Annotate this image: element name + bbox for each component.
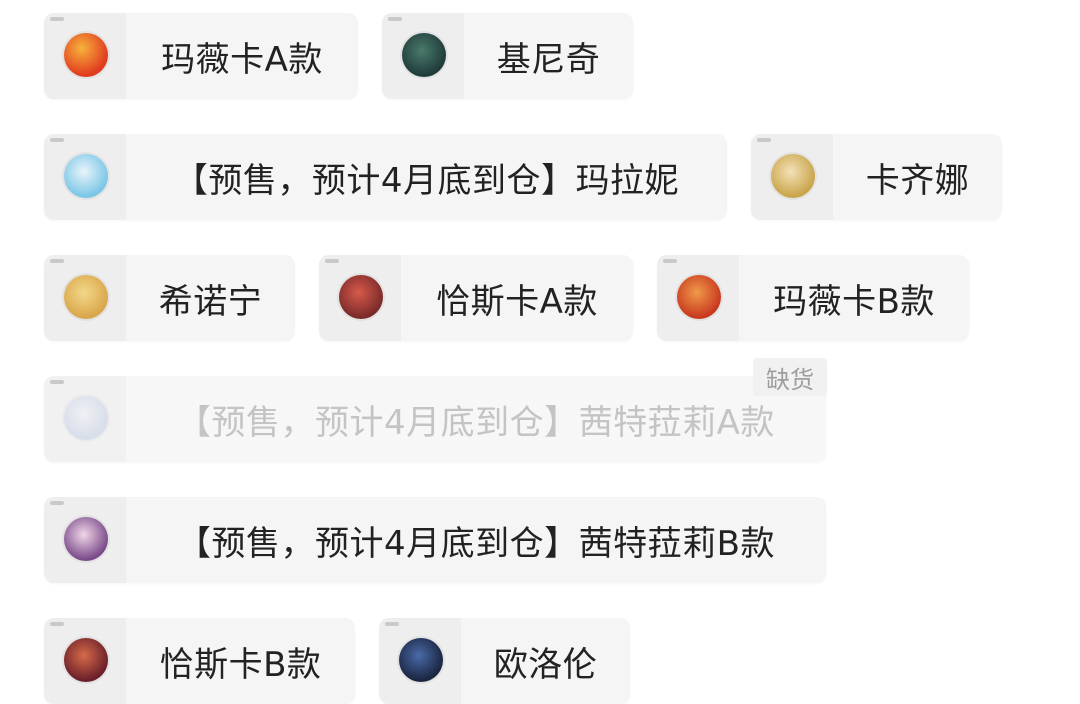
option-ororon[interactable]: 欧洛伦 [379,618,630,704]
option-mavuika-b[interactable]: 玛薇卡B款 [657,255,969,341]
mualani-avatar-icon [64,154,108,198]
tag-mark [50,259,64,263]
option-mualani[interactable]: 【预售，预计4月底到仓】玛拉妮 [44,134,727,220]
chasca-avatar-icon [339,275,383,319]
xilonen-avatar-icon [64,275,108,319]
kinich-avatar-icon [402,33,446,77]
ororon-avatar-icon [399,638,443,682]
option-label: 【预售，预计4月底到仓】玛拉妮 [173,160,680,201]
tag-mark [50,622,64,626]
tag-mark [388,17,402,21]
tag-mark [663,259,677,263]
tag-mark [50,501,64,505]
option-chasca-b[interactable]: 恰斯卡B款 [44,618,355,704]
option-label: 玛薇卡B款 [773,281,935,322]
option-kinich[interactable]: 基尼奇 [382,13,633,99]
kachina-avatar-icon [771,154,815,198]
option-citlali-b[interactable]: 【预售，预计4月底到仓】茜特菈莉B款 [44,497,826,583]
option-label: 恰斯卡B款 [159,644,322,685]
tag-mark [385,622,399,626]
option-kachina[interactable]: 卡齐娜 [751,134,1002,220]
option-mavuika-a[interactable]: 玛薇卡A款 [44,13,358,99]
option-label: 【预售，预计4月底到仓】茜特菈莉A款 [177,402,775,443]
out-of-stock-badge: 缺货 [753,358,827,396]
tag-mark [50,138,64,142]
tag-mark [50,17,64,21]
option-label: 【预售，预计4月底到仓】茜特菈莉B款 [177,523,775,564]
option-citlali-a: 【预售，预计4月底到仓】茜特菈莉A款 [44,376,826,462]
tag-mark [757,138,771,142]
option-chasca-a[interactable]: 恰斯卡A款 [319,255,633,341]
citlali-avatar-icon [64,396,108,440]
citlali-b-avatar-icon [64,517,108,561]
option-label: 基尼奇 [496,39,601,80]
tag-mark [325,259,339,263]
option-xilonen[interactable]: 希诺宁 [44,255,295,341]
mavuika-b-avatar-icon [677,275,721,319]
option-label: 希诺宁 [158,281,263,322]
option-label: 玛薇卡A款 [161,39,323,80]
option-label: 卡齐娜 [865,160,970,201]
mavuika-avatar-icon [64,33,108,77]
option-label: 欧洛伦 [493,644,598,685]
option-label: 恰斯卡A款 [436,281,598,322]
chasca-b-avatar-icon [64,638,108,682]
tag-mark [50,380,64,384]
